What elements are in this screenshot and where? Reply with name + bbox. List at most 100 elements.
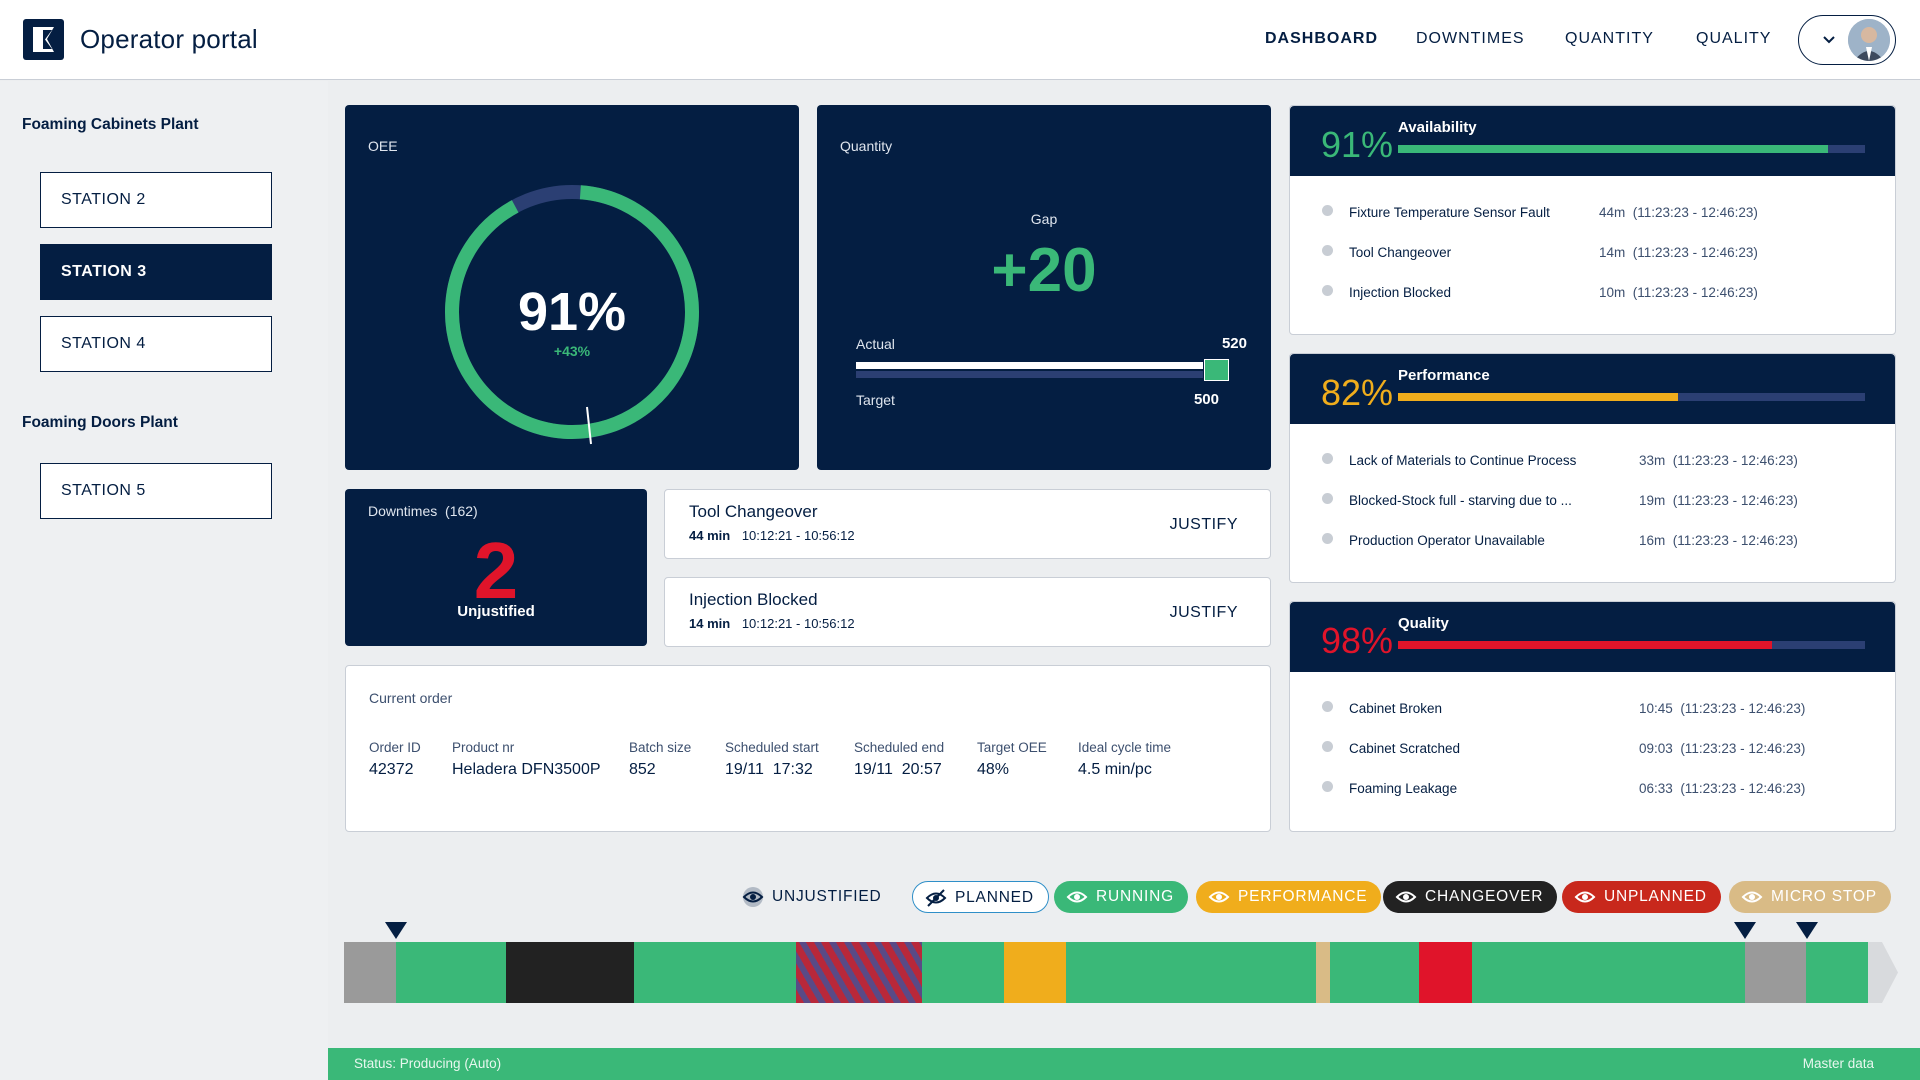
item-duration: 10:45 (11:23:23 - 12:46:23) [1639, 701, 1806, 716]
quantity-card: Quantity Gap +20 Actual 520 Target 500 [817, 105, 1271, 470]
gap-bar [1204, 359, 1229, 381]
timeline-segment-running[interactable] [1472, 942, 1745, 1003]
production-timeline[interactable] [344, 942, 1898, 1003]
target-bar [856, 371, 1203, 378]
timeline-segment-unjustified[interactable] [796, 942, 922, 1003]
timeline-segment-performance[interactable] [1004, 942, 1066, 1003]
quality-card: 98% Quality Cabinet Broken 10:45 (11:23:… [1289, 601, 1896, 832]
current-order-card: Current order Order ID 42372 Product nr … [345, 665, 1271, 832]
oee-delta: +43% [553, 343, 591, 359]
app-title: Operator portal [80, 24, 258, 54]
master-data-link[interactable]: Master data [1803, 1056, 1874, 1071]
item-duration: 19m (11:23:23 - 12:46:23) [1639, 493, 1798, 508]
status-bar: Status: Producing (Auto) Master data [328, 1048, 1920, 1080]
item-duration: 16m (11:23:23 - 12:46:23) [1639, 533, 1798, 548]
list-item: Injection Blocked [1322, 285, 1451, 300]
downtime-event: Tool Changeover 44 min 10:12:21 - 10:56:… [664, 489, 1271, 559]
sidebar-item-station-5[interactable]: STATION 5 [40, 463, 272, 519]
list-item: Cabinet Scratched [1322, 741, 1460, 756]
legend-performance[interactable]: PERFORMANCE [1196, 881, 1382, 913]
list-item: Foaming Leakage [1322, 781, 1457, 796]
gap-value: +20 [991, 236, 1097, 305]
list-item: Fixture Temperature Sensor Fault [1322, 205, 1550, 220]
timeline-segment-unplanned[interactable] [1419, 942, 1472, 1003]
status-text: Status: Producing (Auto) [354, 1056, 502, 1071]
eye-icon [1395, 891, 1417, 903]
oee-value: 91% [517, 282, 627, 342]
event-title: Injection Blocked [689, 590, 818, 609]
eye-icon [1741, 891, 1763, 903]
bullet-dot [1322, 741, 1333, 752]
kpi-bar [1398, 641, 1865, 649]
sidebar: Foaming Cabinets Plant STATION 2 STATION… [0, 81, 328, 1080]
timeline-segment-micro-stop[interactable] [1316, 942, 1330, 1003]
timeline-segment-changeover[interactable] [506, 942, 634, 1003]
kpi-value: 82% [1321, 372, 1394, 413]
bullet-dot [1322, 453, 1333, 464]
item-duration: 09:03 (11:23:23 - 12:46:23) [1639, 741, 1806, 756]
electrolux-logo [23, 19, 64, 60]
list-item: Lack of Materials to Continue Process [1322, 453, 1576, 468]
timeline-marker[interactable] [1796, 922, 1818, 939]
order-id: Order ID 42372 [369, 740, 421, 778]
timeline-segment-running[interactable] [1066, 942, 1316, 1003]
performance-card: 82% Performance Lack of Materials to Con… [1289, 353, 1896, 583]
item-duration: 14m (11:23:23 - 12:46:23) [1599, 245, 1758, 260]
chevron-down-icon [1823, 36, 1835, 44]
downtimes-label: Downtimes [368, 503, 438, 519]
timeline-marker[interactable] [385, 922, 407, 939]
event-title: Tool Changeover [689, 502, 818, 521]
eye-icon [1574, 891, 1596, 903]
eye-off-icon [925, 889, 947, 907]
justify-button[interactable]: JUSTIFY [1170, 516, 1238, 534]
timeline-segment-running[interactable] [634, 942, 796, 1003]
top-header: Operator portal DASHBOARD DOWNTIMES QUAN… [0, 0, 1920, 80]
timeline-marker[interactable] [1734, 922, 1756, 939]
sidebar-item-station-3[interactable]: STATION 3 [40, 244, 272, 300]
legend-planned[interactable]: PLANNED [912, 881, 1049, 913]
justify-button[interactable]: JUSTIFY [1170, 604, 1238, 622]
list-item: Blocked-Stock full - starving due to ... [1322, 493, 1572, 508]
legend-unplanned[interactable]: UNPLANNED [1562, 881, 1721, 913]
order-ideal-cycle-time: Ideal cycle time 4.5 min/pc [1078, 740, 1172, 778]
nav-quantity[interactable]: QUANTITY [1565, 30, 1654, 48]
downtime-event: Injection Blocked 14 min 10:12:21 - 10:5… [664, 577, 1271, 647]
actual-label: Actual [856, 336, 895, 352]
timeline-segment-idle[interactable] [344, 942, 396, 1003]
nav-quality[interactable]: QUALITY [1696, 30, 1771, 48]
timeline-segment-running[interactable] [1330, 942, 1419, 1003]
sidebar-item-station-4[interactable]: STATION 4 [40, 316, 272, 372]
legend-running[interactable]: RUNNING [1054, 881, 1188, 913]
unjustified-label: Unjustified [457, 603, 535, 620]
timeline-end-arrow [1868, 942, 1898, 1003]
legend-micro-stop[interactable]: MICRO STOP [1729, 881, 1891, 913]
downtimes-card[interactable]: Downtimes (162) 2 Unjustified [345, 489, 647, 646]
timeline-segment-running[interactable] [396, 942, 506, 1003]
sidebar-item-station-2[interactable]: STATION 2 [40, 172, 272, 228]
list-item: Production Operator Unavailable [1322, 533, 1545, 548]
event-range: 10:12:21 - 10:56:12 [741, 616, 855, 631]
plant-title: Foaming Doors Plant [22, 414, 178, 431]
timeline-segment-running[interactable] [1806, 942, 1868, 1003]
downtimes-count: (162) [445, 503, 478, 519]
user-menu-button[interactable] [1798, 15, 1896, 65]
bullet-dot [1322, 205, 1333, 216]
nav-dashboard[interactable]: DASHBOARD [1265, 30, 1378, 48]
quantity-label: Quantity [840, 138, 893, 154]
kpi-value: 98% [1321, 620, 1394, 661]
timeline-segment-running[interactable] [922, 942, 1004, 1003]
kpi-value: 91% [1321, 124, 1394, 165]
eye-icon [1066, 891, 1088, 903]
legend-unjustified[interactable]: UNJUSTIFIED [730, 881, 896, 913]
timeline-segment-idle[interactable] [1745, 942, 1806, 1003]
eye-icon [742, 887, 764, 907]
kpi-name: Availability [1398, 119, 1477, 136]
legend-changeover[interactable]: CHANGEOVER [1383, 881, 1558, 913]
event-duration: 14 min [689, 616, 731, 631]
plant-title: Foaming Cabinets Plant [22, 116, 199, 133]
event-duration: 44 min [689, 528, 731, 543]
item-duration: 33m (11:23:23 - 12:46:23) [1639, 453, 1798, 468]
eye-icon [1208, 891, 1230, 903]
availability-card: 91% Availability Fixture Temperature Sen… [1289, 105, 1896, 335]
nav-downtimes[interactable]: DOWNTIMES [1416, 30, 1525, 48]
